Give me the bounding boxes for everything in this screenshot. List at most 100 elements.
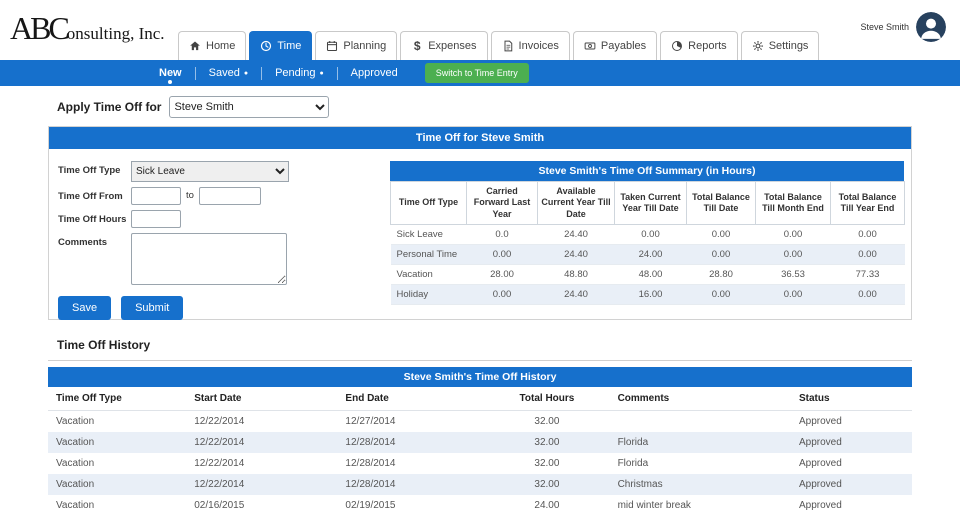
- gear-icon: [752, 40, 764, 52]
- time-off-type-select[interactable]: Sick Leave: [131, 161, 289, 182]
- summary-cell: 28.00: [467, 264, 538, 284]
- summary-column-header: Total Balance Till Date: [687, 182, 756, 225]
- time-off-hours-input[interactable]: [131, 210, 181, 228]
- tab-invoices[interactable]: Invoices: [491, 31, 570, 60]
- subnav-label: Saved: [209, 67, 240, 79]
- save-button[interactable]: Save: [58, 296, 111, 320]
- summary-cell: 0.00: [831, 284, 905, 304]
- summary-table: Time Off TypeCarried Forward Last YearAv…: [390, 181, 905, 305]
- tab-planning[interactable]: Planning: [315, 31, 397, 60]
- tab-expenses[interactable]: $ Expenses: [400, 31, 487, 60]
- avatar[interactable]: [916, 12, 946, 42]
- tab-label: Payables: [601, 40, 646, 52]
- calendar-icon: [326, 40, 338, 52]
- history-column-header: Total Hours: [484, 387, 609, 411]
- summary-body: Sick Leave0.024.400.000.000.000.00Person…: [391, 224, 905, 304]
- subnav-item-pending[interactable]: Pending●: [262, 60, 337, 86]
- time-off-type-label: Time Off Type: [58, 161, 131, 176]
- summary-cell: 0.00: [831, 244, 905, 264]
- summary-cell: 0.00: [467, 244, 538, 264]
- summary-column-header: Taken Current Year Till Date: [615, 182, 687, 225]
- summary-header-row: Time Off TypeCarried Forward Last YearAv…: [391, 182, 905, 225]
- history-cell: 02/19/2015: [337, 495, 484, 516]
- subnav-label: Pending: [275, 67, 315, 79]
- history-cell: [610, 411, 791, 433]
- history-cell: Approved: [791, 474, 912, 495]
- time-off-hours-label: Time Off Hours: [58, 210, 131, 225]
- form-row-from: Time Off From to: [58, 187, 368, 205]
- tab-label: Time: [277, 40, 301, 52]
- history-cell: mid winter break: [610, 495, 791, 516]
- history-cell: 32.00: [484, 411, 609, 433]
- summary-cell: 0.0: [467, 224, 538, 244]
- active-indicator-dot: [168, 80, 172, 84]
- status-dot: ●: [244, 70, 248, 77]
- history-cell: 12/28/2014: [337, 453, 484, 474]
- submit-button[interactable]: Submit: [121, 296, 183, 320]
- summary-column-header: Total Balance Till Month End: [756, 182, 831, 225]
- switch-to-time-entry-button[interactable]: Switch to Time Entry: [425, 63, 529, 83]
- time-off-from-input[interactable]: [131, 187, 181, 205]
- summary-cell: 24.40: [538, 284, 615, 304]
- tab-reports[interactable]: Reports: [660, 31, 738, 60]
- subnav-item-saved[interactable]: Saved ●: [196, 60, 261, 86]
- history-cell: 24.00: [484, 495, 609, 516]
- tab-label: Expenses: [428, 40, 476, 52]
- summary-column-header: Time Off Type: [391, 182, 467, 225]
- nav-tabs: Home Time Planning $ Expenses Invoices Payable…: [178, 31, 822, 60]
- tab-time[interactable]: Time: [249, 31, 312, 60]
- comments-textarea[interactable]: [131, 233, 287, 285]
- subnav-bar: New Saved ● Pending● Approved Switch to Time…: [0, 60, 960, 86]
- dollar-icon: $: [411, 40, 423, 52]
- summary-cell: Sick Leave: [391, 224, 467, 244]
- history-cell: Florida: [610, 453, 791, 474]
- history-title: Steve Smith's Time Off History: [48, 367, 912, 387]
- summary-cell: 77.33: [831, 264, 905, 284]
- form-row-hours: Time Off Hours: [58, 210, 368, 228]
- tab-home[interactable]: Home: [178, 31, 246, 60]
- history-cell: 32.00: [484, 432, 609, 453]
- history-cell: Vacation: [48, 432, 186, 453]
- history-cell: Approved: [791, 411, 912, 433]
- time-off-to-input[interactable]: [199, 187, 261, 205]
- history-column-header: Status: [791, 387, 912, 411]
- summary-row: Vacation28.0048.8048.0028.8036.5377.33: [391, 264, 905, 284]
- subnav-item-approved[interactable]: Approved: [338, 60, 411, 86]
- history-cell: 12/22/2014: [186, 474, 337, 495]
- summary-cell: 0.00: [687, 224, 756, 244]
- user-menu[interactable]: Steve Smith: [860, 12, 946, 42]
- summary-column-header: Available Current Year Till Date: [538, 182, 615, 225]
- summary-cell: 0.00: [831, 224, 905, 244]
- summary-cell: 24.40: [538, 224, 615, 244]
- summary-row: Holiday0.0024.4016.000.000.000.00: [391, 284, 905, 304]
- tab-settings[interactable]: Settings: [741, 31, 820, 60]
- subnav-item-new[interactable]: New: [146, 60, 195, 86]
- summary-column-header: Total Balance Till Year End: [831, 182, 905, 225]
- summary-column-header: Carried Forward Last Year: [467, 182, 538, 225]
- subnav-label: Approved: [351, 67, 398, 79]
- time-off-panel: Time Off for Steve Smith Time Off Type S…: [48, 126, 912, 320]
- form-row-comments: Comments: [58, 233, 368, 285]
- summary-cell: 0.00: [687, 284, 756, 304]
- form-buttons: Save Submit: [58, 296, 368, 320]
- apply-user-select[interactable]: Steve Smith: [169, 96, 329, 118]
- history-cell: 12/27/2014: [337, 411, 484, 433]
- history-cell: Approved: [791, 432, 912, 453]
- history-cell: 12/28/2014: [337, 432, 484, 453]
- logo-initials: ABC: [10, 10, 67, 46]
- summary-cell: 0.00: [756, 244, 831, 264]
- history-cell: Vacation: [48, 453, 186, 474]
- tab-label: Invoices: [519, 40, 559, 52]
- history-cell: 12/22/2014: [186, 432, 337, 453]
- payables-icon: [584, 40, 596, 52]
- apply-time-off-label: Apply Time Off for: [57, 100, 161, 114]
- history-column-header: Time Off Type: [48, 387, 186, 411]
- to-label: to: [186, 190, 194, 201]
- tab-label: Home: [206, 40, 235, 52]
- history-row: Vacation12/22/201412/28/201432.00Florida…: [48, 432, 912, 453]
- summary-cell: 24.00: [615, 244, 687, 264]
- tab-payables[interactable]: Payables: [573, 31, 657, 60]
- home-icon: [189, 40, 201, 52]
- summary-cell: Vacation: [391, 264, 467, 284]
- summary-section: Steve Smith's Time Off Summary (in Hours…: [390, 161, 904, 305]
